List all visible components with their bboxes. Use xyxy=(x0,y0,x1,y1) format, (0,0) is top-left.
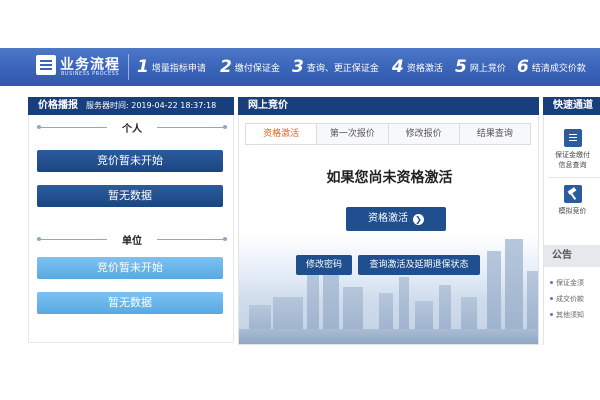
step-label: 缴付保证金 xyxy=(234,63,280,74)
step-3[interactable]: 3 查询、更正保证金 xyxy=(292,57,379,77)
step-label: 资格激活 xyxy=(406,63,443,74)
bullet-icon xyxy=(550,281,553,284)
activate-button-label: 资格激活 xyxy=(368,213,408,224)
quick-panel-header: 快速通道 xyxy=(543,97,600,115)
city-skyline-image xyxy=(239,233,538,344)
price-panel: 个人 竞价暂未开始 暂无数据 单位 竞价暂未开始 暂无数据 xyxy=(28,115,234,343)
notice-text: 其他须知 xyxy=(556,311,584,319)
notice-item[interactable]: 保证金须 xyxy=(550,278,584,288)
bidding-panel: 资格激活 第一次报价 修改报价 结果查询 如果您尚未资格激活 资格激活 ❯ 修改密… xyxy=(238,115,539,345)
business-process-logo: 业务流程 BUSINESS PROCESS xyxy=(36,54,132,80)
bullet-icon xyxy=(550,297,553,300)
quick-panel-title: 快速通道 xyxy=(553,100,593,111)
company-section-title: 单位 xyxy=(122,236,142,247)
step-1[interactable]: 1 增量指标申请 xyxy=(137,57,206,77)
step-number: 3 xyxy=(292,57,304,77)
logo-divider xyxy=(128,54,129,80)
price-panel-header: 价格播报 服务器时间: 2019-04-22 18:37:18 xyxy=(28,97,234,115)
change-password-button[interactable]: 修改密码 xyxy=(296,255,352,275)
tab-result-query[interactable]: 结果查询 xyxy=(460,124,530,144)
notice-item[interactable]: 其他须知 xyxy=(550,310,584,320)
tab-activate[interactable]: 资格激活 xyxy=(246,124,318,144)
step-4[interactable]: 4 资格激活 xyxy=(392,57,443,77)
personal-section-title: 个人 xyxy=(122,124,142,135)
company-status-button[interactable]: 竞价暂未开始 xyxy=(37,257,223,279)
notice-header: 公告 xyxy=(544,245,600,267)
notice-text: 保证金须 xyxy=(556,279,584,287)
step-label: 查询、更正保证金 xyxy=(306,63,379,74)
step-number: 4 xyxy=(392,57,404,77)
mock-bidding-link[interactable]: 模拟竞价 xyxy=(544,185,600,216)
step-number: 5 xyxy=(455,57,467,77)
notice-text: 成交价款 xyxy=(556,295,584,303)
personal-status-button[interactable]: 竞价暂未开始 xyxy=(37,150,223,172)
price-panel-title: 价格播报 xyxy=(38,100,78,111)
bidding-panel-title: 网上竞价 xyxy=(248,100,288,111)
quick-panel: 保证金缴付 信息查询 模拟竞价 公告 保证金须 成交价款 其他须知 xyxy=(543,115,600,345)
personal-data-button[interactable]: 暂无数据 xyxy=(37,185,223,207)
step-label: 增量指标申请 xyxy=(151,63,206,74)
step-number: 6 xyxy=(517,57,529,77)
bullet-icon xyxy=(550,313,553,316)
activation-status-query-button[interactable]: 查询激活及延期退保状态 xyxy=(358,255,480,275)
step-number: 2 xyxy=(220,57,232,77)
activate-button[interactable]: 资格激活 ❯ xyxy=(346,207,446,231)
hammer-icon xyxy=(563,185,582,203)
step-label: 网上竞价 xyxy=(469,63,506,74)
document-icon xyxy=(36,55,56,75)
tab-first-bid[interactable]: 第一次报价 xyxy=(317,124,389,144)
step-2[interactable]: 2 缴付保证金 xyxy=(220,57,280,77)
bidding-tabs: 资格激活 第一次报价 修改报价 结果查询 xyxy=(245,123,531,145)
company-data-button[interactable]: 暂无数据 xyxy=(37,292,223,314)
tab-modify-bid[interactable]: 修改报价 xyxy=(389,124,460,144)
bidding-panel-header: 网上竞价 xyxy=(238,97,539,115)
logo-subtitle: BUSINESS PROCESS xyxy=(61,71,119,77)
quick-item-label: 模拟竞价 xyxy=(558,207,587,215)
activation-headline: 如果您尚未资格激活 xyxy=(326,170,453,186)
quick-item-label: 信息查询 xyxy=(558,161,587,169)
deposit-info-query-link[interactable]: 保证金缴付 信息查询 xyxy=(544,129,600,170)
step-5[interactable]: 5 网上竞价 xyxy=(455,57,506,77)
step-6[interactable]: 6 结清成交价款 xyxy=(517,57,586,77)
server-time: 服务器时间: 2019-04-22 18:37:18 xyxy=(86,101,217,110)
notice-item[interactable]: 成交价款 xyxy=(550,294,584,304)
document-icon xyxy=(563,129,582,147)
chevron-right-icon: ❯ xyxy=(413,214,424,225)
step-label: 结清成交价款 xyxy=(531,63,586,74)
quick-item-label: 保证金缴付 xyxy=(555,151,590,159)
process-bar: 业务流程 BUSINESS PROCESS 1 增量指标申请 2 缴付保证金 3… xyxy=(0,48,600,86)
step-number: 1 xyxy=(137,57,149,77)
divider xyxy=(548,177,600,178)
